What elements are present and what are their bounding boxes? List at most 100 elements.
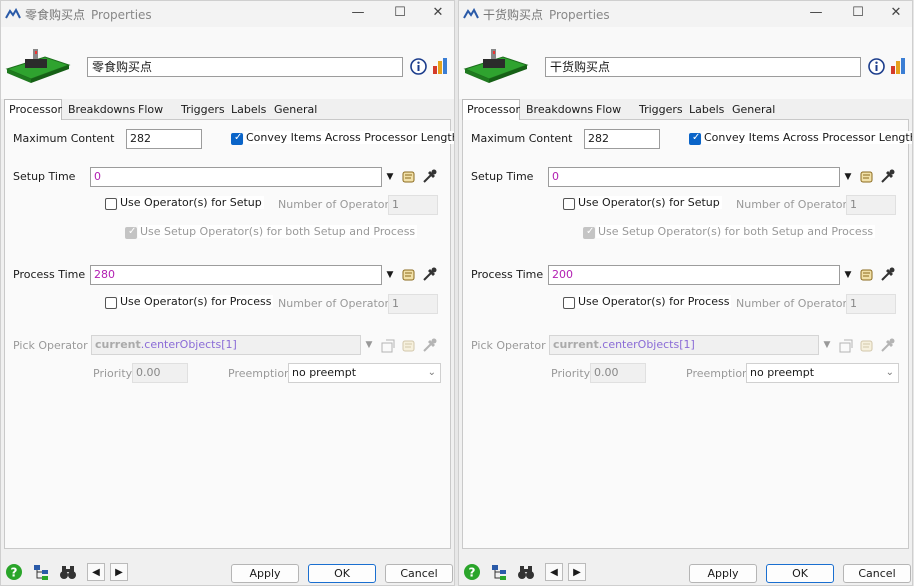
previous-icon[interactable]: ◀ [87, 563, 105, 581]
code-edit-icon[interactable] [401, 338, 417, 354]
sampler-icon[interactable] [422, 266, 438, 282]
tab-flow[interactable]: Flow [134, 100, 174, 119]
max-content-label: Maximum Content [471, 132, 573, 145]
pick-operator-input[interactable]: current.centerObjects[1] [549, 335, 819, 355]
dropdown-arrow-icon[interactable]: ▼ [822, 340, 832, 350]
use-setup-both-label[interactable]: Use Setup Operator(s) for both Setup and… [138, 225, 418, 238]
sampler-icon[interactable] [880, 337, 896, 353]
number-of-operators-process-input[interactable]: 1 [846, 294, 896, 314]
preemption-select[interactable]: no preempt ⌄ [288, 363, 441, 383]
cancel-button[interactable]: Cancel [385, 564, 453, 583]
window-title: 干货购买点 Properties [483, 6, 610, 23]
tab-processor[interactable]: Processor [462, 99, 520, 120]
close-icon[interactable]: ✕ [886, 4, 906, 22]
next-icon[interactable]: ▶ [568, 563, 586, 581]
tab-general[interactable]: General [270, 100, 320, 119]
convey-items-label[interactable]: Convey Items Across Processor Length [244, 131, 454, 144]
tab-breakdowns[interactable]: Breakdowns [522, 100, 593, 119]
ok-button[interactable]: OK [766, 564, 834, 583]
previous-icon[interactable]: ◀ [545, 563, 563, 581]
number-of-operators-setup-label: Number of Operators [736, 198, 853, 211]
dropdown-arrow-icon[interactable]: ▼ [385, 172, 395, 182]
process-time-input[interactable]: 200 [548, 265, 840, 285]
dropdown-arrow-icon[interactable]: ▼ [385, 270, 395, 280]
title-bar[interactable]: 干货购买点 Properties — ☐ ✕ [459, 1, 912, 27]
max-content-input[interactable]: 282 [584, 129, 660, 149]
statistics-icon[interactable] [890, 57, 906, 75]
ok-button[interactable]: OK [308, 564, 376, 583]
sampler-icon[interactable] [422, 337, 438, 353]
object-name-input[interactable]: 干货购买点 [545, 57, 861, 77]
use-operator-setup-checkbox[interactable] [105, 198, 117, 210]
pick-operator-label: Pick Operator [13, 339, 88, 352]
tab-flow[interactable]: Flow [592, 100, 632, 119]
sampler-icon[interactable] [880, 168, 896, 184]
help-icon[interactable]: ? [463, 563, 481, 581]
code-edit-icon[interactable] [859, 338, 875, 354]
tab-triggers[interactable]: Triggers [177, 100, 229, 119]
binoculars-icon[interactable] [59, 563, 77, 581]
use-operator-process-label[interactable]: Use Operator(s) for Process [576, 295, 732, 308]
tab-triggers[interactable]: Triggers [635, 100, 687, 119]
setup-time-input[interactable]: 0 [548, 167, 840, 187]
object-name-input[interactable]: 零食购买点 [87, 57, 403, 77]
close-icon[interactable]: ✕ [428, 4, 448, 22]
max-content-input[interactable]: 282 [126, 129, 202, 149]
info-icon[interactable] [410, 58, 427, 75]
object-select-icon[interactable] [380, 338, 396, 354]
dropdown-arrow-icon[interactable]: ▼ [843, 172, 853, 182]
dropdown-arrow-icon[interactable]: ▼ [364, 340, 374, 350]
sampler-icon[interactable] [422, 168, 438, 184]
tab-labels[interactable]: Labels [685, 100, 725, 119]
tab-labels[interactable]: Labels [227, 100, 267, 119]
use-operator-setup-checkbox[interactable] [563, 198, 575, 210]
use-operator-process-checkbox[interactable] [563, 297, 575, 309]
tree-icon[interactable] [32, 563, 50, 581]
dropdown-arrow-icon[interactable]: ▼ [843, 270, 853, 280]
code-edit-icon[interactable] [859, 169, 875, 185]
info-icon[interactable] [868, 58, 885, 75]
priority-input[interactable]: 0.00 [132, 363, 188, 383]
use-operator-process-checkbox[interactable] [105, 297, 117, 309]
statistics-icon[interactable] [432, 57, 448, 75]
apply-button[interactable]: Apply [689, 564, 757, 583]
maximize-icon[interactable]: ☐ [390, 4, 410, 22]
convey-items-checkbox[interactable]: ✓ [689, 132, 701, 145]
use-operator-setup-label[interactable]: Use Operator(s) for Setup [118, 196, 264, 209]
model-preview-icon [463, 49, 529, 83]
binoculars-icon[interactable] [517, 563, 535, 581]
maximize-icon[interactable]: ☐ [848, 4, 868, 22]
next-icon[interactable]: ▶ [110, 563, 128, 581]
title-bar[interactable]: 零食购买点 Properties — ☐ ✕ [1, 1, 454, 27]
number-of-operators-process-input[interactable]: 1 [388, 294, 438, 314]
pick-operator-property: centerObjects [144, 338, 222, 351]
code-edit-icon[interactable] [401, 267, 417, 283]
help-icon[interactable]: ? [5, 563, 23, 581]
priority-input[interactable]: 0.00 [590, 363, 646, 383]
tab-processor[interactable]: Processor [4, 99, 62, 120]
tree-icon[interactable] [490, 563, 508, 581]
convey-items-checkbox[interactable]: ✓ [231, 132, 243, 145]
preemption-select[interactable]: no preempt ⌄ [746, 363, 899, 383]
minimize-icon[interactable]: — [348, 4, 368, 22]
use-setup-both-checkbox[interactable]: ✓ [125, 226, 137, 239]
code-edit-icon[interactable] [859, 267, 875, 283]
pick-operator-input[interactable]: current.centerObjects[1] [91, 335, 361, 355]
minimize-icon[interactable]: — [806, 4, 826, 22]
use-setup-both-checkbox[interactable]: ✓ [583, 226, 595, 239]
cancel-button[interactable]: Cancel [843, 564, 911, 583]
convey-items-label[interactable]: Convey Items Across Processor Length [702, 131, 912, 144]
sampler-icon[interactable] [880, 266, 896, 282]
number-of-operators-setup-input[interactable]: 1 [846, 195, 896, 215]
object-select-icon[interactable] [838, 338, 854, 354]
process-time-input[interactable]: 280 [90, 265, 382, 285]
tab-breakdowns[interactable]: Breakdowns [64, 100, 135, 119]
apply-button[interactable]: Apply [231, 564, 299, 583]
use-operator-process-label[interactable]: Use Operator(s) for Process [118, 295, 274, 308]
code-edit-icon[interactable] [401, 169, 417, 185]
tab-general[interactable]: General [728, 100, 778, 119]
setup-time-input[interactable]: 0 [90, 167, 382, 187]
use-setup-both-label[interactable]: Use Setup Operator(s) for both Setup and… [596, 225, 876, 238]
use-operator-setup-label[interactable]: Use Operator(s) for Setup [576, 196, 722, 209]
number-of-operators-setup-input[interactable]: 1 [388, 195, 438, 215]
